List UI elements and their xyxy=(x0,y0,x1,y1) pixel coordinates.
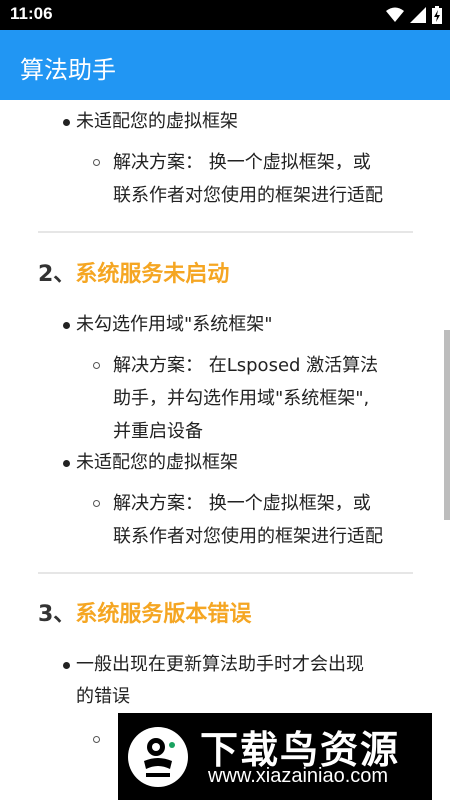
divider xyxy=(38,231,413,233)
divider xyxy=(38,572,413,574)
watermark-url: www.xiazainiao.com xyxy=(208,765,389,787)
content-area[interactable]: 未适配您的虚拟框架 解决方案： 换一个虚拟框架，或 联系作者对您使用的框架进行适… xyxy=(0,100,450,800)
bullet-circle xyxy=(93,500,100,507)
solution-line: 联系作者对您使用的框架进行适配 xyxy=(113,526,383,547)
bullet-circle xyxy=(93,159,100,166)
bullet-dot xyxy=(63,119,70,126)
section-heading: 3、系统服务版本错误 xyxy=(38,596,251,628)
status-icons xyxy=(386,6,442,24)
battery-icon xyxy=(432,6,442,24)
status-bar: 11:06 xyxy=(0,0,450,30)
solution-line: 助手，并勾选作用域"系统框架", xyxy=(113,388,370,409)
app-bar: 算法助手 xyxy=(0,30,450,100)
status-time: 11:06 xyxy=(10,4,53,23)
section-number: 2、 xyxy=(38,262,76,287)
list-item: 未适配您的虚拟框架 xyxy=(76,452,238,473)
solution-line: 并重启设备 xyxy=(113,421,203,442)
section-number: 3、 xyxy=(38,602,76,627)
bullet-dot xyxy=(63,460,70,467)
list-item: 一般出现在更新算法助手时才会出现 xyxy=(76,654,364,675)
scrollbar[interactable] xyxy=(444,330,450,520)
wifi-icon xyxy=(386,7,404,22)
section-heading: 2、系统服务未启动 xyxy=(38,256,229,288)
app-title: 算法助手 xyxy=(20,56,116,84)
list-item: 未适配您的虚拟框架 xyxy=(76,111,238,132)
bullet-dot xyxy=(63,322,70,329)
section-title: 系统服务版本错误 xyxy=(75,602,252,627)
bullet-circle xyxy=(93,736,100,743)
watermark-banner: 下载鸟资源 www.xiazainiao.com xyxy=(118,713,432,800)
solution-line: 联系作者对您使用的框架进行适配 xyxy=(113,185,383,206)
bullet-circle xyxy=(93,362,100,369)
bullet-dot xyxy=(63,662,70,669)
solution-line: 解决方案： 换一个虚拟框架，或 xyxy=(113,493,371,514)
list-item: 未勾选作用域"系统框架" xyxy=(76,314,273,335)
solution-line: 解决方案： 换一个虚拟框架，或 xyxy=(113,152,371,173)
signal-icon xyxy=(410,7,426,23)
solution-line: 解决方案： 在Lsposed 激活算法 xyxy=(113,355,379,376)
section-title: 系统服务未启动 xyxy=(75,262,230,287)
bird-logo-icon xyxy=(128,727,188,787)
list-item-continued: 的错误 xyxy=(76,686,130,707)
